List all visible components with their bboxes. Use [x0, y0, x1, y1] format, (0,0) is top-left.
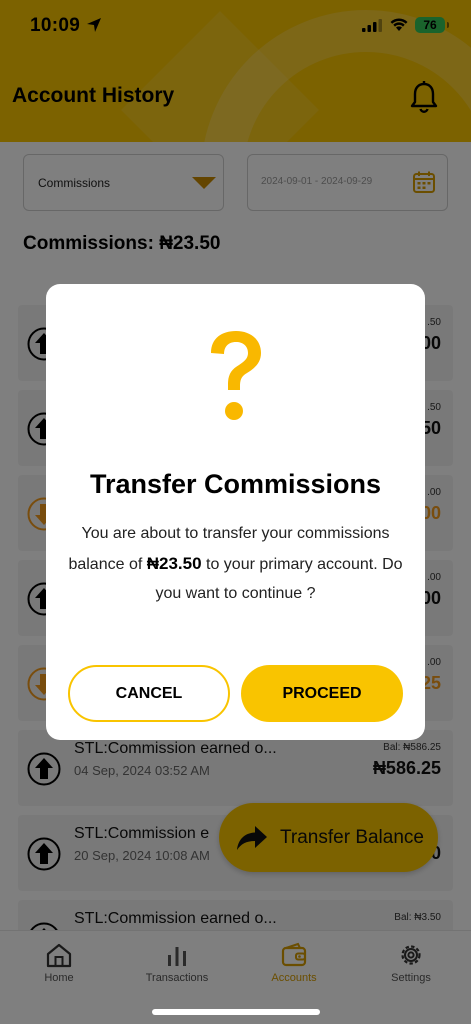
- transfer-commissions-dialog: Transfer Commissions You are about to tr…: [46, 284, 425, 740]
- dialog-title: Transfer Commissions: [89, 469, 382, 499]
- dialog-message-amount: ₦23.50: [146, 553, 202, 573]
- proceed-button[interactable]: PROCEED: [241, 665, 403, 722]
- modal-overlay[interactable]: Transfer Commissions You are about to tr…: [0, 0, 471, 1024]
- cancel-button[interactable]: CANCEL: [68, 665, 230, 722]
- dialog-message: You are about to transfer your commissio…: [68, 519, 403, 609]
- home-indicator: [152, 1009, 320, 1015]
- question-mark-icon: [211, 331, 261, 420]
